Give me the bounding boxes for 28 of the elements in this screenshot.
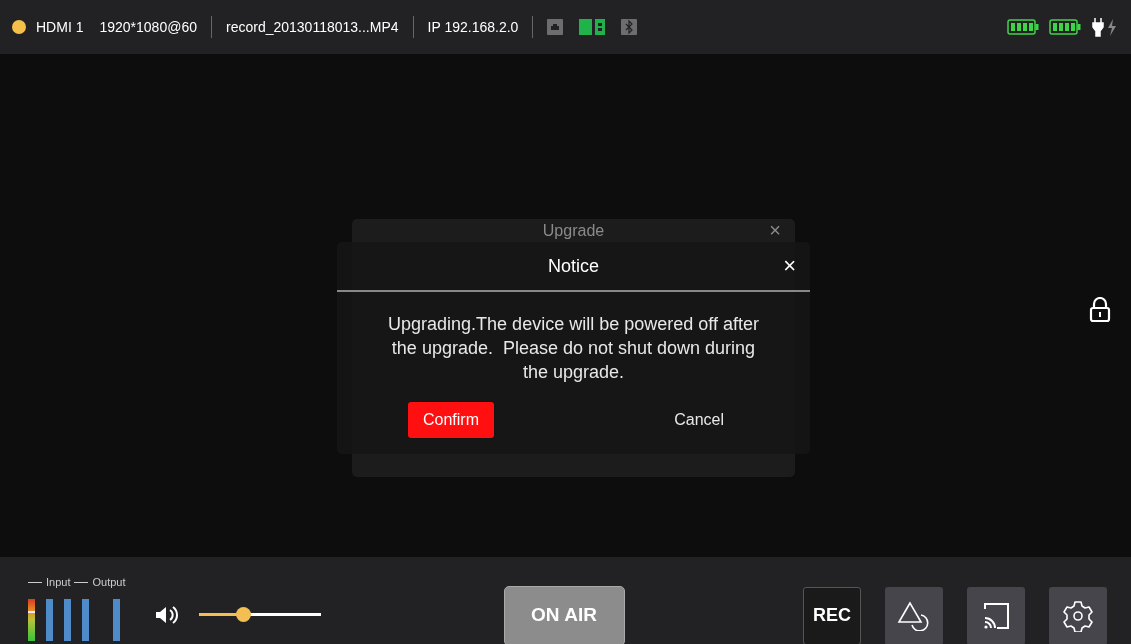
shapes-icon[interactable] xyxy=(897,600,931,631)
meter-label: Output xyxy=(92,575,126,591)
close-button[interactable]: × xyxy=(769,220,781,240)
cast-button[interactable] xyxy=(967,586,1025,644)
resolution-text: 1920*1080@60 xyxy=(99,17,197,37)
source-label: HDMI 1 xyxy=(36,17,84,37)
level-meter xyxy=(46,598,53,641)
battery-icon xyxy=(1049,19,1081,35)
ip-address: IP 192.168.2.0 xyxy=(427,17,519,37)
settings-icon[interactable] xyxy=(1062,599,1094,632)
close-button[interactable]: × xyxy=(783,255,796,277)
cast-icon[interactable] xyxy=(981,600,1011,631)
battery-icon xyxy=(1007,19,1039,35)
notice-message: Upgrading.The device will be powered off after the upgrade. Please do not shut down during the upgrade. xyxy=(387,313,760,384)
record-button[interactable]: REC xyxy=(803,586,861,644)
level-meter xyxy=(82,598,89,641)
level-meter xyxy=(64,598,71,641)
dialog-title: Upgrade xyxy=(542,222,605,240)
confirm-button[interactable]: Confirm xyxy=(408,402,494,438)
meter-label: Input xyxy=(46,575,71,591)
shapes-button[interactable] xyxy=(885,586,943,644)
settings-button[interactable] xyxy=(1049,586,1107,644)
cancel-button[interactable]: Cancel xyxy=(668,407,730,433)
file-name: record_20130118013...MP4 xyxy=(226,17,399,37)
level-meter xyxy=(113,598,120,641)
speaker-icon xyxy=(155,604,181,625)
dialog-title: Notice xyxy=(548,254,599,278)
level-meter xyxy=(28,598,35,641)
